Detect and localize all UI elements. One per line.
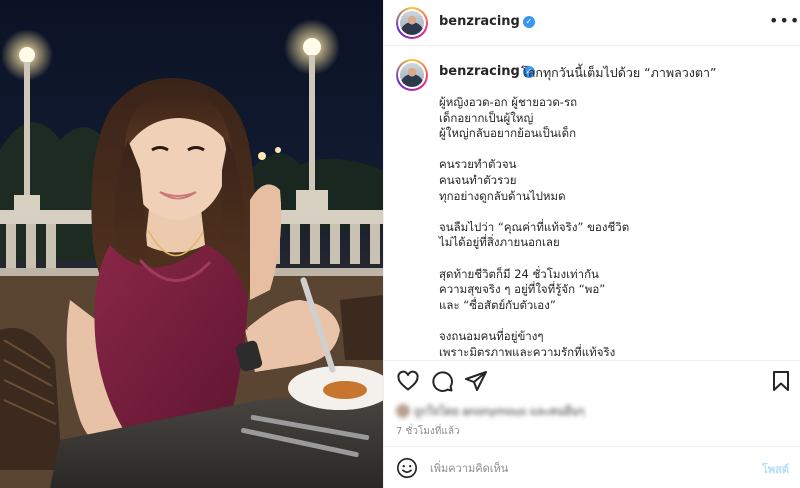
caption-line: คนรวยทำตัวจน xyxy=(439,157,517,172)
share-icon xyxy=(465,371,487,391)
comment-box: โพสต์ xyxy=(384,446,800,488)
username-text[interactable]: benzracing xyxy=(439,14,520,29)
caption-line xyxy=(439,251,789,267)
caption-line: สุดท้ายชีวิตก็มี 24 ชั่วโมงเท่ากัน xyxy=(439,266,599,281)
caption-line: และ “ซื่อสัตย์กับตัวเอง” xyxy=(439,297,556,312)
post-header: benzracing ✓ ••• xyxy=(384,0,800,46)
caption-line: เด็กอยากเป็นผู้ใหญ่ xyxy=(439,110,534,125)
caption-line: ผู้หญิงอวด-อก ผู้ชายอวด-รถ xyxy=(439,95,578,109)
caption-line: คนจนทำตัวรวย xyxy=(439,172,517,187)
caption-area: benzracing ✓ โลกทุกวันนี้เต็มไปด้วย “ภาพล… xyxy=(384,47,800,359)
caption-first-line: โลกทุกวันนี้เต็มไปด้วย “ภาพลวงตา” xyxy=(521,65,717,80)
caption-line xyxy=(439,313,789,329)
caption-line xyxy=(439,142,789,158)
share-button[interactable] xyxy=(464,369,488,393)
comment-button[interactable] xyxy=(430,369,454,393)
post-timestamp[interactable]: 7 ชั่วโมงที่แล้ว xyxy=(396,424,460,439)
like-button[interactable] xyxy=(396,369,420,393)
emoji-icon xyxy=(397,458,417,478)
caption-text: ผู้หญิงอวด-อก ผู้ชายอวด-รถ เด็กอยากเป็นผ… xyxy=(439,95,789,359)
heart-icon xyxy=(397,370,419,391)
action-bar xyxy=(384,360,800,400)
bookmark-icon xyxy=(773,371,789,391)
ellipsis-icon: ••• xyxy=(769,11,800,30)
caption-line: เพราะมิตรภาพและความรักที่แท้จริง xyxy=(439,344,616,359)
post-photo[interactable] xyxy=(0,0,383,488)
caption-line: จงถนอมคนที่อยู่ข้างๆ xyxy=(439,328,544,343)
caption-line: ไม่ได้อยู่ที่สิ่งภายนอกเลย xyxy=(439,235,560,250)
username-link[interactable]: benzracing ✓ xyxy=(439,14,535,29)
save-button[interactable] xyxy=(769,369,793,393)
comment-icon xyxy=(432,371,453,392)
photo-scene xyxy=(0,19,383,488)
verified-badge-icon: ✓ xyxy=(522,16,535,28)
caption-line xyxy=(439,204,789,220)
caption-line: ความสุขจริง ๆ อยู่ที่ใจที่รู้จัก “พอ” xyxy=(439,282,606,297)
comment-input[interactable] xyxy=(430,458,730,478)
post-comment-button[interactable]: โพสต์ xyxy=(762,460,789,478)
caption-line: ทุกอย่างดูกลับด้านไปหมด xyxy=(439,188,566,203)
emoji-button[interactable] xyxy=(396,457,418,479)
caption-avatar[interactable] xyxy=(396,59,428,91)
post-side-panel: benzracing ✓ ••• benzracing ✓ โลกทุกวันนี้… xyxy=(383,0,800,488)
caption-line: จนลืมไปว่า “คุณค่าที่แท้จริง” ของชีวิต xyxy=(439,219,630,234)
caption-username-text[interactable]: benzracing xyxy=(439,64,520,79)
likes-summary[interactable]: ถูกใจโดย anonymous และคนอื่นๆ xyxy=(396,402,584,420)
avatar[interactable] xyxy=(396,7,428,39)
liker-avatar xyxy=(396,404,410,418)
likes-text: ถูกใจโดย anonymous และคนอื่นๆ xyxy=(414,405,585,418)
more-options-button[interactable]: ••• xyxy=(769,12,799,32)
caption-line: ผู้ใหญ่กลับอยากย้อนเป็นเด็ก xyxy=(439,126,577,141)
